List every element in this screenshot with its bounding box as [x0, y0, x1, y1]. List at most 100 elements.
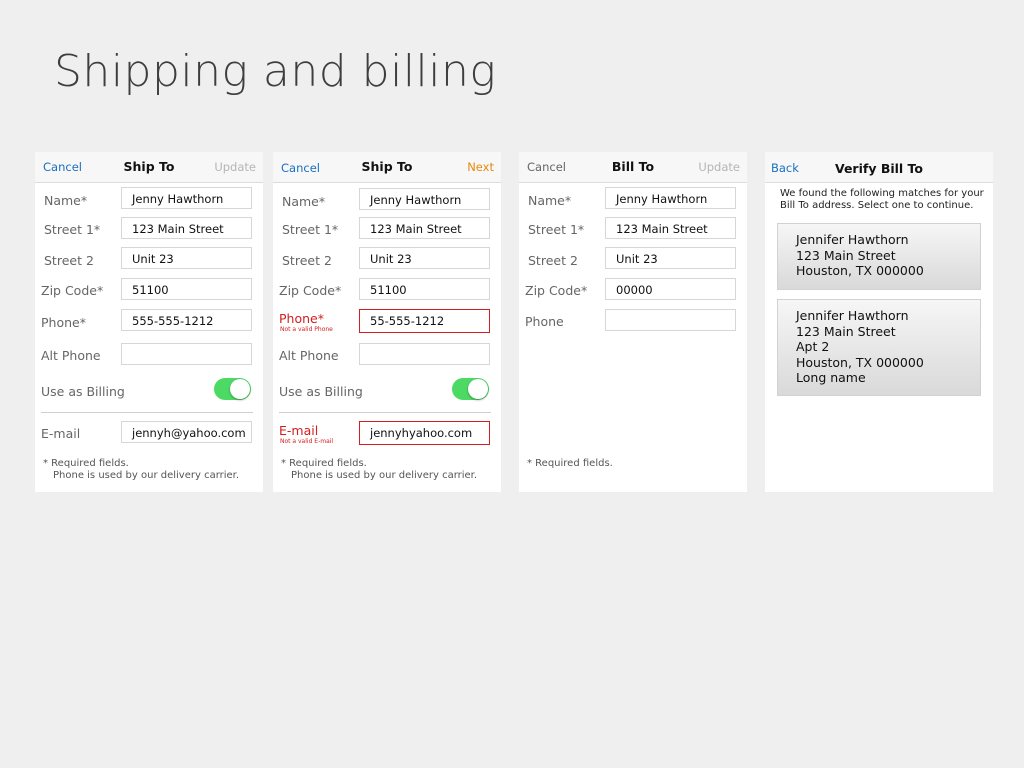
name-label: Name*	[282, 194, 326, 209]
match-street: 123 Main Street	[796, 247, 896, 263]
use-as-billing-label: Use as Billing	[279, 384, 363, 399]
toggle-knob	[468, 379, 488, 399]
alt-phone-field[interactable]	[359, 343, 490, 365]
street1-row: Street 1* 123 Main Street	[273, 217, 501, 241]
address-match-option[interactable]: Jennifer Hawthorn 123 Main Street Apt 2 …	[777, 299, 981, 396]
toggle-knob	[230, 379, 250, 399]
email-label: E-mail	[41, 426, 81, 441]
phone-label: Phone*	[41, 315, 86, 330]
alt-phone-label: Alt Phone	[279, 348, 339, 363]
name-label: Name*	[528, 193, 572, 208]
use-as-billing-toggle[interactable]	[214, 378, 251, 400]
zip-row: Zip Code* 51100	[273, 278, 501, 302]
email-row: E-mail jennyh@yahoo.com	[35, 421, 263, 445]
nav-title: Verify Bill To	[834, 161, 924, 176]
nav-bar: Cancel Bill To Update	[519, 152, 747, 183]
match-name: Jennifer Hawthorn	[796, 308, 909, 323]
name-row: Name* Jenny Hawthorn	[273, 188, 501, 213]
required-fields-text: * Required fields.	[281, 458, 367, 469]
phone-row: Phone* Not a valid Phone 55-555-1212	[273, 309, 501, 333]
street1-label: Street 1*	[528, 222, 585, 237]
phone-row: Phone	[519, 309, 747, 333]
name-field[interactable]: Jenny Hawthorn	[121, 187, 252, 209]
street2-row: Street 2 Unit 23	[519, 247, 747, 272]
name-label: Name*	[44, 193, 88, 208]
street2-row: Street 2 Unit 23	[35, 247, 263, 272]
phone-field[interactable]: 555-555-1212	[121, 309, 252, 331]
match-city-state-zip: Houston, TX 000000	[796, 263, 924, 278]
use-as-billing-toggle[interactable]	[452, 378, 489, 400]
name-row: Name* Jenny Hawthorn	[519, 187, 747, 212]
street1-label: Street 1*	[282, 222, 339, 237]
match-street: 123 Main Street	[796, 323, 896, 339]
ship-to-error-screen: Cancel Ship To Next Name* Jenny Hawthorn…	[273, 152, 501, 492]
update-button[interactable]: Update	[698, 160, 740, 174]
street1-field[interactable]: 123 Main Street	[359, 217, 490, 239]
name-field[interactable]: Jenny Hawthorn	[359, 188, 490, 210]
phone-carrier-text: Phone is used by our delivery carrier.	[53, 470, 240, 481]
verify-bill-to-screen: Back Verify Bill To We found the followi…	[765, 152, 993, 492]
phone-label: Phone	[525, 314, 564, 329]
divider	[41, 412, 253, 413]
street1-field[interactable]: 123 Main Street	[605, 217, 736, 239]
required-note: * Required fields. Phone is used by our …	[281, 458, 477, 482]
divider	[279, 412, 491, 413]
billing-row: Use as Billing	[35, 378, 263, 402]
nav-bar: Cancel Ship To Next	[273, 152, 501, 183]
required-note: * Required fields. Phone is used by our …	[43, 458, 239, 482]
phone-row: Phone* 555-555-1212	[35, 309, 263, 334]
name-field[interactable]: Jenny Hawthorn	[605, 187, 736, 209]
email-row: E-mail Not a valid E-mail jennyhyahoo.co…	[273, 421, 501, 445]
required-fields-text: * Required fields.	[527, 458, 613, 469]
street2-row: Street 2 Unit 23	[273, 247, 501, 272]
address-match-option[interactable]: Jennifer Hawthorn 123 Main Street Housto…	[777, 223, 981, 290]
phone-field[interactable]	[605, 309, 736, 331]
next-button[interactable]: Next	[467, 160, 494, 174]
slide-title: Shipping and billing	[54, 46, 497, 97]
nav-bar: Cancel Ship To Update	[35, 152, 263, 183]
update-button[interactable]: Update	[214, 160, 256, 174]
zip-field[interactable]: 51100	[121, 278, 252, 300]
alt-phone-row: Alt Phone	[35, 343, 263, 367]
alt-phone-field[interactable]	[121, 343, 252, 365]
phone-carrier-text: Phone is used by our delivery carrier.	[291, 470, 478, 481]
street1-field[interactable]: 123 Main Street	[121, 217, 252, 239]
match-apt: Apt 2	[796, 339, 830, 354]
street2-label: Street 2	[44, 253, 94, 268]
nav-bar: Back Verify Bill To	[765, 152, 993, 183]
match-name: Jennifer Hawthorn	[796, 232, 909, 247]
street2-field[interactable]: Unit 23	[359, 247, 490, 269]
street2-field[interactable]: Unit 23	[605, 247, 736, 269]
zip-label: Zip Code*	[41, 283, 104, 298]
match-city-state-zip: Houston, TX 000000	[796, 354, 924, 370]
street1-row: Street 1* 123 Main Street	[35, 217, 263, 241]
email-field[interactable]: jennyh@yahoo.com	[121, 421, 252, 443]
billing-row: Use as Billing	[273, 378, 501, 402]
zip-label: Zip Code*	[525, 283, 588, 298]
street1-row: Street 1* 123 Main Street	[519, 217, 747, 241]
email-field[interactable]: jennyhyahoo.com	[359, 421, 490, 445]
match-extra: Long name	[796, 370, 866, 385]
street2-label: Street 2	[282, 253, 332, 268]
phone-field[interactable]: 55-555-1212	[359, 309, 490, 333]
alt-phone-row: Alt Phone	[273, 343, 501, 367]
name-row: Name* Jenny Hawthorn	[35, 187, 263, 212]
bill-to-screen: Cancel Bill To Update Name* Jenny Hawtho…	[519, 152, 747, 492]
phone-error-message: Not a valid Phone	[280, 326, 333, 333]
verify-message: We found the following matches for your …	[780, 188, 984, 211]
ship-to-screen: Cancel Ship To Update Name* Jenny Hawtho…	[35, 152, 263, 492]
zip-row: Zip Code* 51100	[35, 278, 263, 302]
required-note: * Required fields.	[527, 458, 613, 470]
street1-label: Street 1*	[44, 222, 101, 237]
email-error-message: Not a valid E-mail	[280, 438, 334, 445]
street2-field[interactable]: Unit 23	[121, 247, 252, 269]
zip-field[interactable]: 00000	[605, 278, 736, 300]
zip-field[interactable]: 51100	[359, 278, 490, 300]
zip-row: Zip Code* 00000	[519, 278, 747, 302]
zip-label: Zip Code*	[279, 283, 342, 298]
street2-label: Street 2	[528, 253, 578, 268]
use-as-billing-label: Use as Billing	[41, 384, 125, 399]
phone-label: Phone*	[279, 311, 324, 326]
required-fields-text: * Required fields.	[43, 458, 129, 469]
email-label: E-mail	[279, 423, 319, 438]
